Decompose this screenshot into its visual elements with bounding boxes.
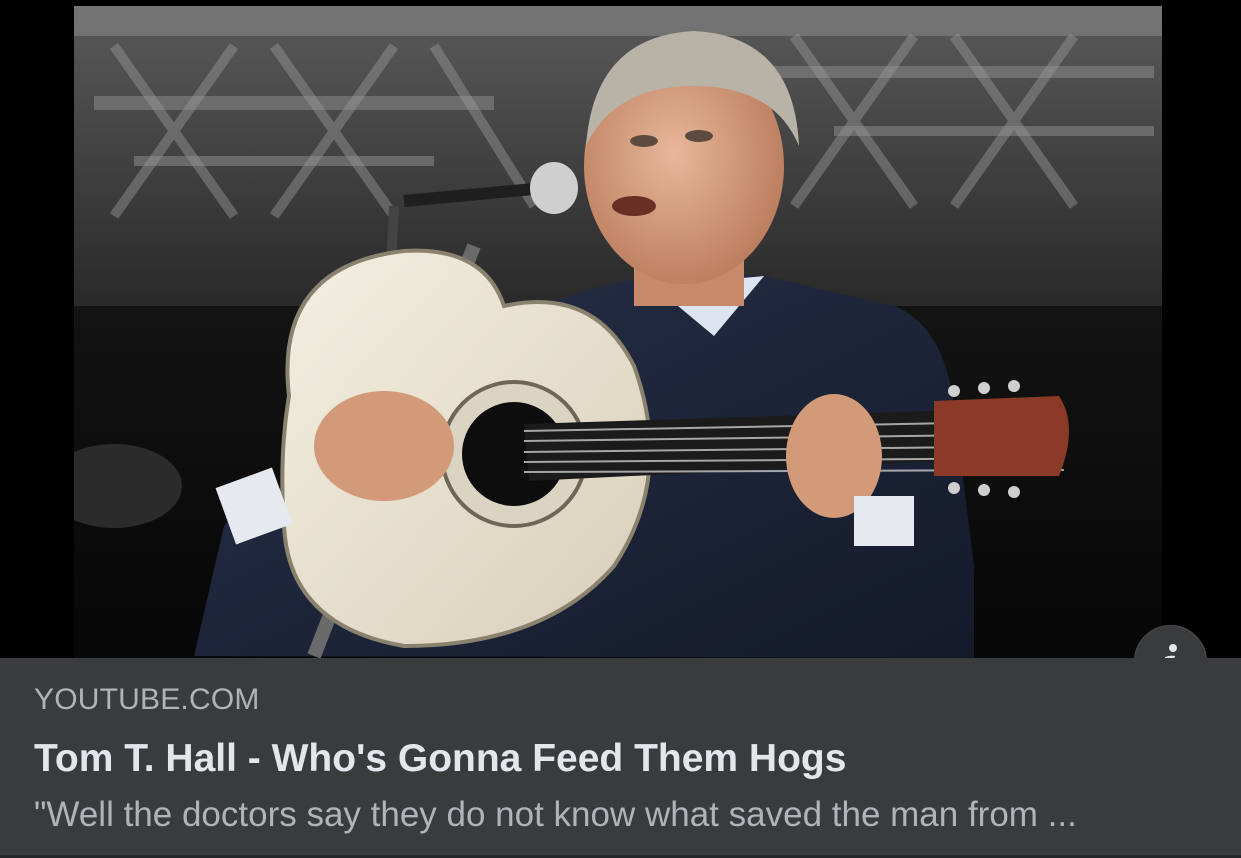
video-thumbnail[interactable] — [0, 0, 1241, 658]
link-description: "Well the doctors say they do not know w… — [34, 795, 1077, 834]
link-preview-card[interactable]: YOUTUBE.COM Tom T. Hall - Who's Gonna Fe… — [0, 0, 1241, 858]
link-domain: YOUTUBE.COM — [34, 683, 260, 716]
info-icon — [1164, 643, 1177, 658]
link-preview-meta[interactable]: YOUTUBE.COM Tom T. Hall - Who's Gonna Fe… — [0, 658, 1241, 858]
thumbnail-photo — [74, 6, 1162, 658]
link-title[interactable]: Tom T. Hall - Who's Gonna Feed Them Hogs — [34, 736, 1207, 782]
